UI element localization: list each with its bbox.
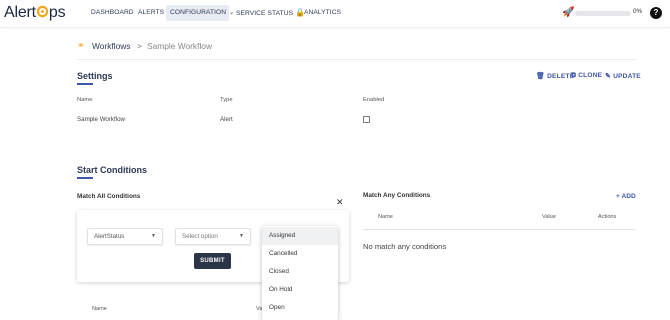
workflow-type-value: Alert (220, 116, 233, 123)
nav-configuration-label: CONFIGURATION (170, 9, 227, 16)
any-column-name: Name (378, 214, 393, 220)
submit-button[interactable]: SUBMIT (194, 253, 231, 269)
nav-analytics[interactable]: ANALYTICS (300, 5, 345, 21)
table-divider (363, 229, 635, 230)
start-conditions-underline (77, 177, 93, 179)
field-select[interactable]: AlertStatus ▼ (87, 228, 163, 245)
rocket-icon: 🚀 (562, 7, 575, 18)
update-label: UPDATE (613, 73, 641, 80)
column-type: Type (220, 97, 233, 103)
breadcrumb-workflows[interactable]: Workflows (92, 41, 130, 51)
trash-icon: 🗑 (536, 73, 546, 80)
enabled-checkbox[interactable] (363, 116, 370, 123)
option-assigned[interactable]: Assigned (262, 227, 338, 245)
delete-button[interactable]: 🗑 DELETE (536, 72, 574, 80)
caret-down-icon: ▼ (239, 233, 244, 239)
divider (77, 59, 637, 60)
update-button[interactable]: ✎ UPDATE (605, 72, 641, 80)
settings-underline (77, 83, 93, 85)
option-closed[interactable]: Closed (262, 263, 338, 281)
operator-select[interactable]: Select option ▼ (175, 228, 251, 245)
progress-track (575, 11, 631, 16)
pencil-icon: ✎ (605, 73, 612, 80)
settings-title: Settings (77, 71, 113, 81)
option-on-hold[interactable]: On Hold (262, 281, 338, 299)
close-icon[interactable]: ✕ (336, 197, 344, 208)
value-dropdown-menu: Assigned Cancelled Closed On Hold Open (262, 226, 338, 320)
clone-button[interactable]: ⧉ CLONE (571, 72, 602, 80)
onboarding-progress[interactable]: 🚀 0% (562, 7, 642, 19)
all-column-name: Name (92, 306, 107, 312)
field-select-value: AlertStatus (94, 233, 125, 240)
any-column-value: Value (542, 214, 556, 220)
match-all-title: Match All Conditions (77, 193, 141, 200)
nav-service-status[interactable]: SERVICE STATUS 🔒 (232, 5, 309, 21)
option-cancelled[interactable]: Cancelled (262, 245, 338, 263)
logo-text-right: ps (48, 4, 66, 21)
nav-dashboard[interactable]: DASHBOARD (87, 5, 138, 21)
progress-text: 0% (633, 8, 643, 15)
column-enabled: Enabled (363, 97, 385, 103)
workflow-name-value: Sample Workflow (77, 116, 126, 123)
breadcrumb-current: Sample Workflow (147, 41, 213, 51)
alertops-logo[interactable]: Alert ps (4, 4, 66, 22)
top-navbar: Alert ps DASHBOARD ALERTS CONFIGURATION ⌄ … (0, 0, 670, 28)
match-any-title: Match Any Conditions (363, 192, 431, 199)
operator-select-value: Select option (182, 233, 218, 240)
option-open[interactable]: Open (262, 299, 338, 317)
start-conditions-title: Start Conditions (77, 165, 147, 175)
empty-state: No match any conditions (363, 242, 447, 251)
nav-configuration[interactable]: CONFIGURATION ⌄ (166, 5, 234, 21)
nav-alerts[interactable]: ALERTS (134, 5, 168, 21)
logo-o-icon (36, 5, 49, 18)
breadcrumb-separator: > (137, 41, 142, 51)
copy-icon: ⧉ (571, 72, 577, 79)
help-icon[interactable]: ? (650, 7, 662, 19)
logo-text-left: Alert (4, 4, 36, 21)
nav-service-status-label: SERVICE STATUS (236, 10, 294, 17)
workflow-icon: ⚭ (77, 40, 85, 50)
any-column-actions: Actions (598, 214, 617, 220)
clone-label: CLONE (578, 72, 603, 79)
column-name: Name (77, 97, 93, 103)
caret-down-icon: ▼ (151, 233, 156, 239)
add-button[interactable]: + ADD (616, 193, 636, 200)
